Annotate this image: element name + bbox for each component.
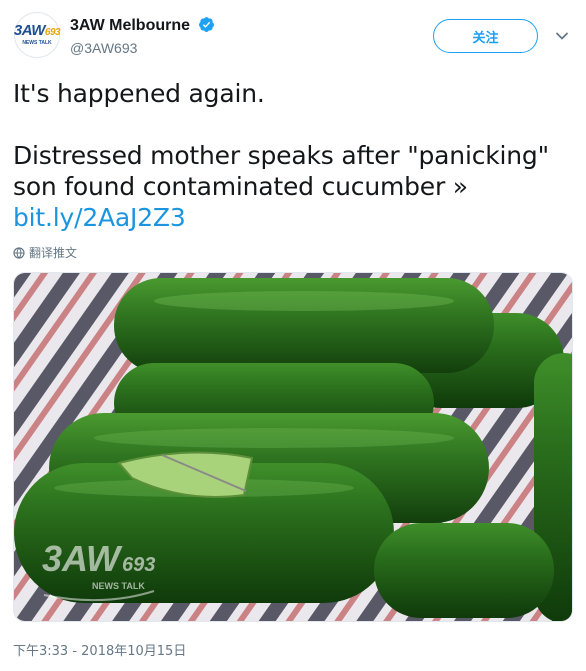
follow-button[interactable]: 关注	[433, 19, 538, 53]
tweet-line-2: Distressed mother speaks after "panickin…	[13, 141, 549, 201]
tweet-line-1: It's happened again.	[13, 79, 265, 108]
translate-tweet-link[interactable]: 翻译推文	[13, 244, 77, 261]
display-name[interactable]: 3AW Melbourne	[70, 17, 190, 34]
display-name-row[interactable]: 3AW Melbourne	[70, 16, 215, 35]
avatar-subtext: NEWS TALK	[22, 40, 52, 46]
globe-icon	[13, 246, 25, 259]
watermark-sub: NEWS TALK	[92, 581, 145, 591]
tweet-header: 3AW693 NEWS TALK 3AW Melbourne @3AW693 关…	[0, 0, 586, 70]
translate-label[interactable]: 翻译推文	[29, 244, 77, 261]
account-handle[interactable]: @3AW693	[70, 40, 137, 56]
verified-badge-icon	[199, 17, 215, 32]
cucumber-photo: 3AW 693 NEWS TALK	[14, 273, 572, 621]
watermark-main: 3AW	[42, 538, 123, 579]
tweet-link[interactable]: bit.ly/2AaJ2Z3	[13, 203, 186, 232]
watermark-number: 693	[122, 554, 155, 576]
tweet-timestamp[interactable]: 下午3:33 - 2018年10月15日	[13, 640, 186, 659]
chevron-down-icon[interactable]	[555, 29, 569, 43]
avatar-logo: 3AW693	[13, 22, 61, 39]
tweet-photo[interactable]: 3AW 693 NEWS TALK	[13, 272, 573, 622]
tweet-text: It's happened again. Distressed mother s…	[13, 78, 573, 233]
avatar[interactable]: 3AW693 NEWS TALK	[13, 12, 61, 58]
